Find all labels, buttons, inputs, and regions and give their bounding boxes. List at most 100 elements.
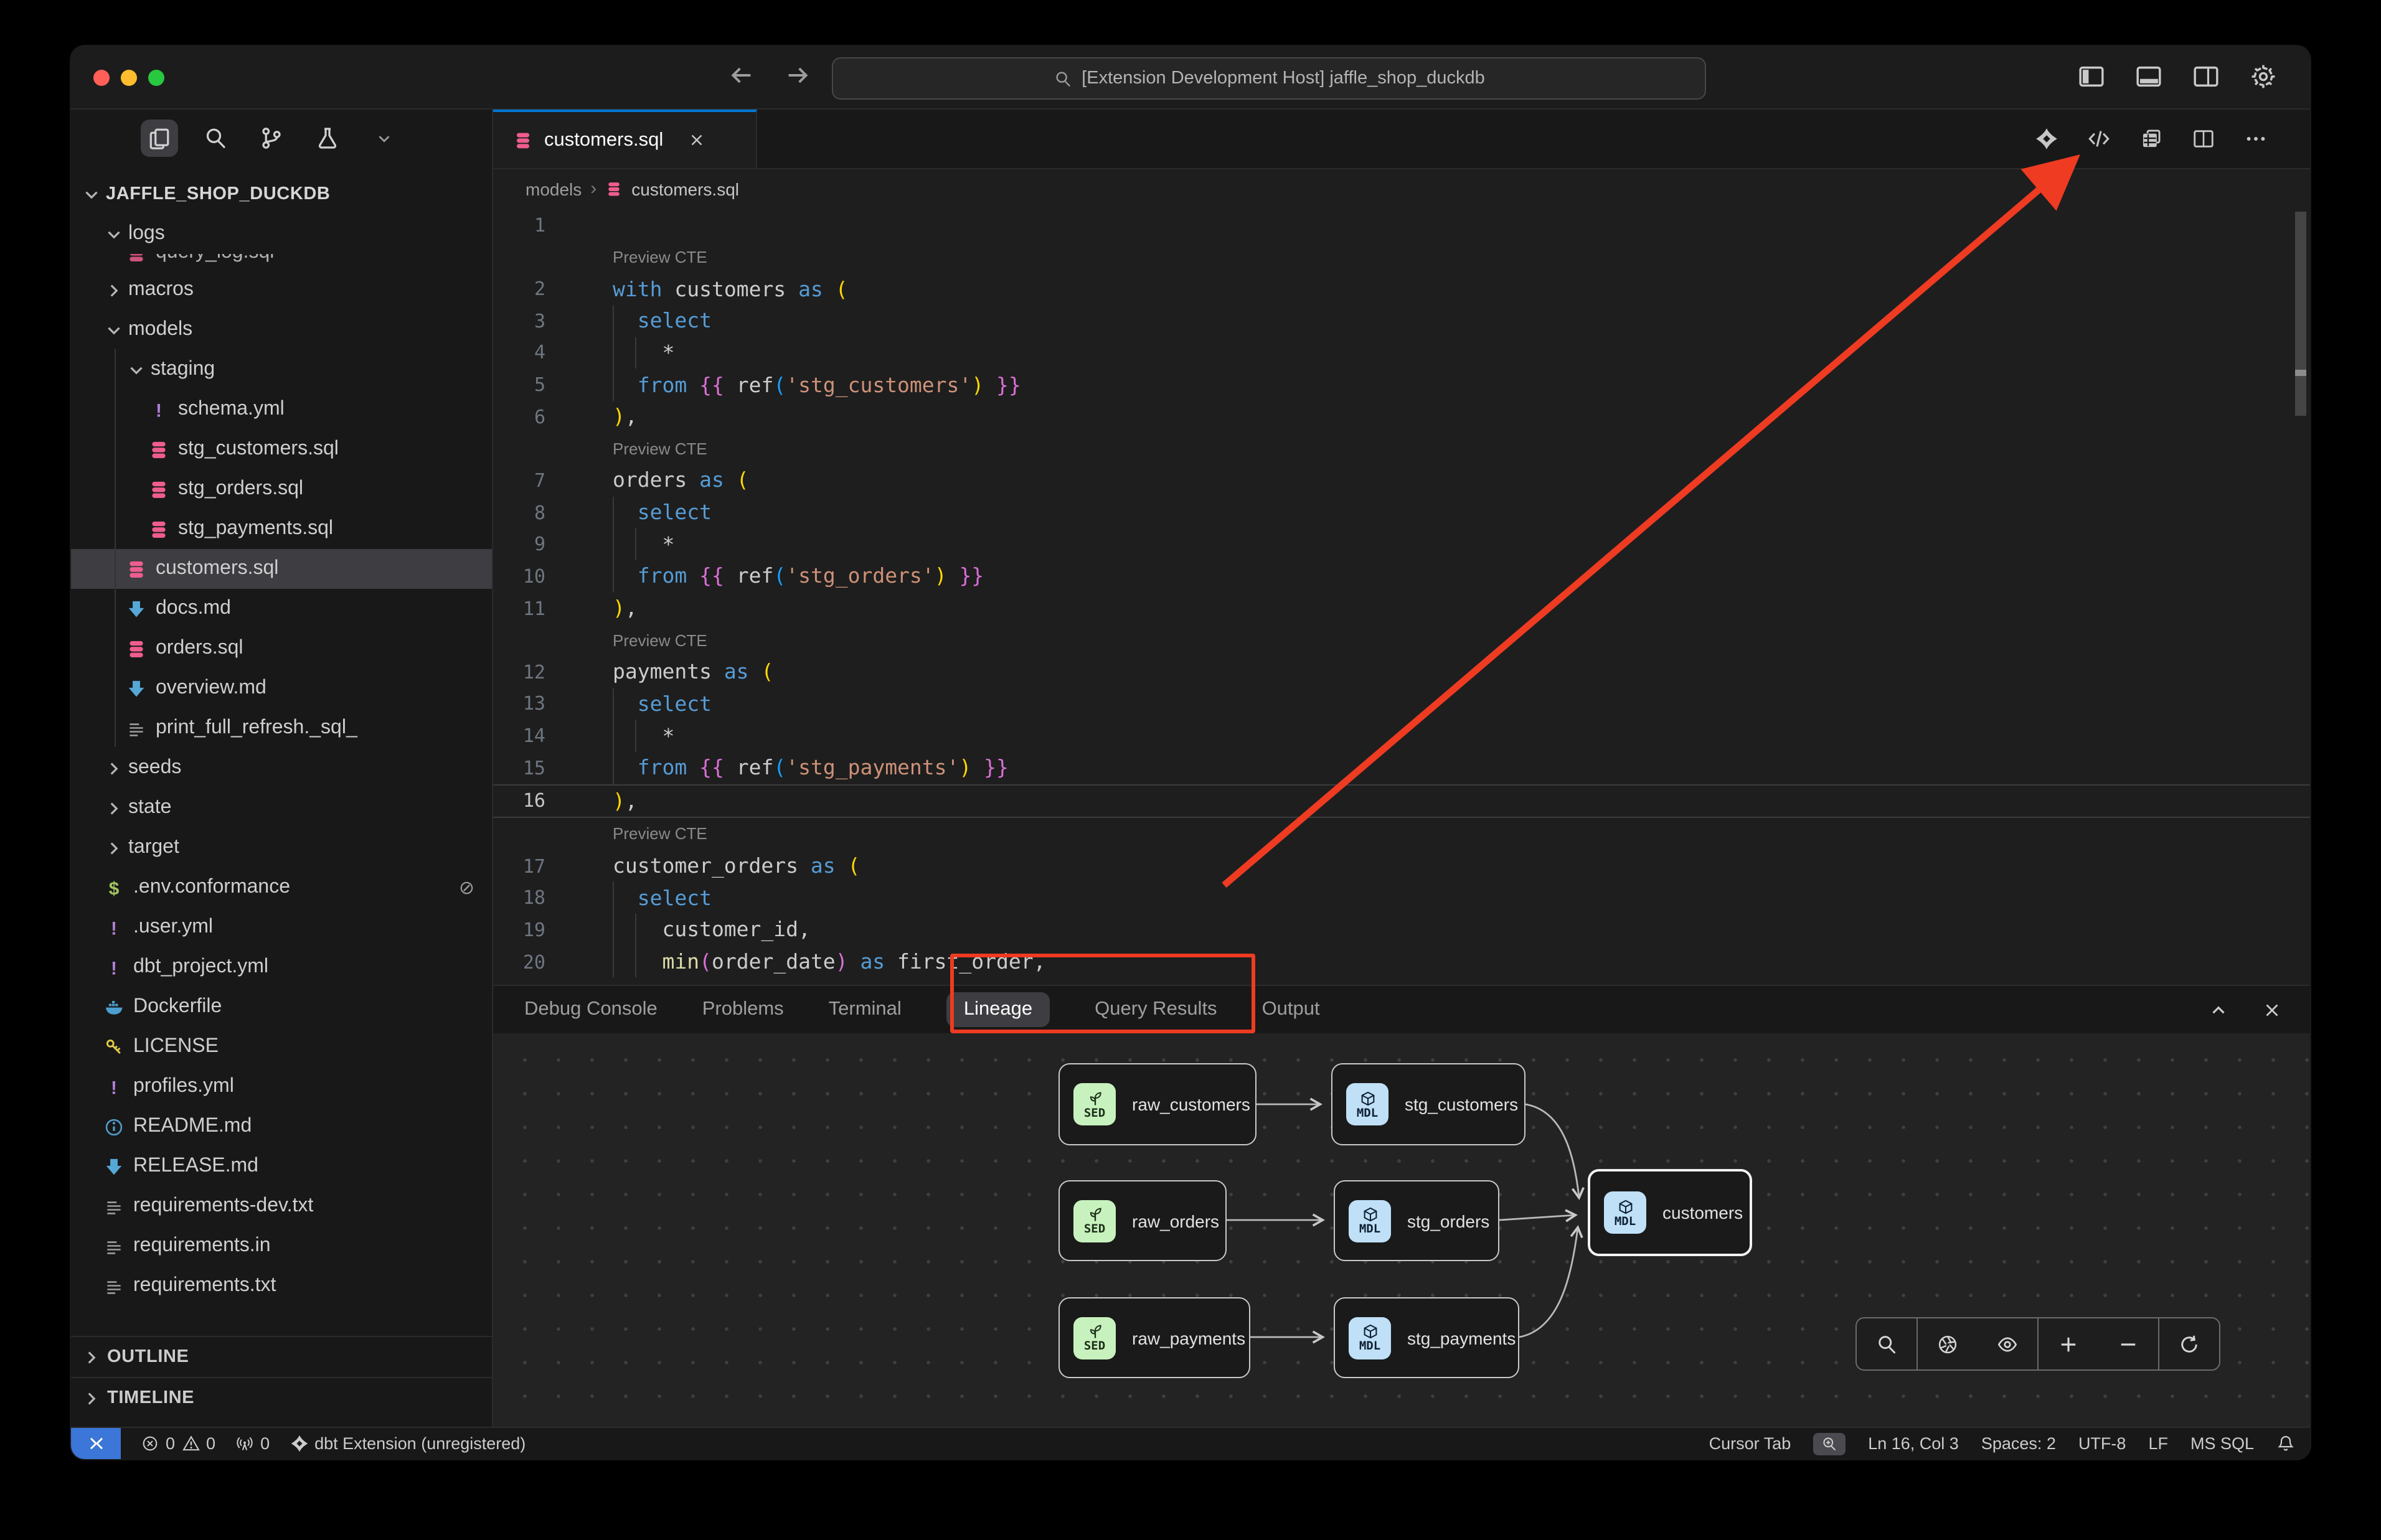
editor-scrollbar[interactable] — [2295, 212, 2306, 416]
status-item-spaces-2[interactable]: Spaces: 2 — [1981, 1434, 2056, 1453]
codelens-row[interactable]: Preview CTE — [493, 241, 2310, 273]
code-line-15[interactable]: 15 from {{ ref('stg_payments') }} — [493, 752, 2310, 784]
panel-tab-terminal[interactable]: Terminal — [829, 998, 902, 1021]
tree-item-stg-payments-sql[interactable]: stg_payments.sql — [71, 509, 492, 549]
status-item-cursor-tab[interactable]: Cursor Tab — [1709, 1434, 1791, 1453]
tree-item-target[interactable]: target — [71, 828, 492, 868]
code-line-9[interactable]: 9 * — [493, 528, 2310, 560]
tree-item-readme-md[interactable]: README.md — [71, 1107, 492, 1147]
panel-tab-problems[interactable]: Problems — [702, 998, 784, 1021]
dbt-icon[interactable] — [2035, 127, 2058, 151]
lineage-node-stg_orders[interactable]: MDL stg_orders — [1334, 1180, 1499, 1261]
layout-split-icon[interactable] — [2192, 62, 2220, 91]
lineage-node-raw_customers[interactable]: SED raw_customers — [1058, 1063, 1257, 1145]
tree-item-dockerfile[interactable]: Dockerfile — [71, 987, 492, 1027]
code-line-1[interactable]: 1 — [493, 209, 2310, 241]
zoom-status-chip[interactable] — [1813, 1432, 1846, 1455]
remote-indicator[interactable] — [71, 1428, 121, 1459]
tab-customers-sql[interactable]: customers.sql — [493, 110, 757, 168]
status-item-lf[interactable]: LF — [2148, 1434, 2168, 1453]
close-tab-icon[interactable] — [687, 131, 705, 149]
minus-icon[interactable] — [2117, 1333, 2139, 1355]
panel-tab-debug-console[interactable]: Debug Console — [524, 998, 658, 1021]
code-line-11[interactable]: 11), — [493, 592, 2310, 624]
code-line-16[interactable]: 16), — [493, 784, 2310, 818]
sidebar-section-timeline[interactable]: TIMELINE — [71, 1377, 492, 1418]
tree-item-schema-yml[interactable]: !schema.yml — [71, 390, 492, 430]
tree-item-dbt-project-yml[interactable]: !dbt_project.yml — [71, 947, 492, 987]
lineage-node-raw_payments[interactable]: SED raw_payments — [1058, 1297, 1250, 1378]
layout-panel-icon[interactable] — [2134, 62, 2163, 91]
status-item[interactable]: 0 — [235, 1434, 270, 1453]
settings-gear-icon[interactable] — [2249, 62, 2278, 91]
table-copy-icon[interactable] — [2139, 127, 2163, 151]
code-line-5[interactable]: 5 from {{ ref('stg_customers') }} — [493, 369, 2310, 400]
activity-beaker-icon[interactable] — [309, 120, 346, 157]
code-icon[interactable] — [2087, 127, 2111, 151]
tree-item-logs[interactable]: logs — [71, 214, 492, 254]
tree-item--env-conformance[interactable]: $.env.conformance⊘ — [71, 868, 492, 908]
lineage-node-customers[interactable]: MDL customers — [1588, 1169, 1752, 1256]
tree-item-jaffle-shop-duckdb[interactable]: JAFFLE_SHOP_DUCKDB — [71, 174, 492, 214]
code-line-13[interactable]: 13 select — [493, 688, 2310, 720]
lineage-node-stg_payments[interactable]: MDL stg_payments — [1334, 1297, 1519, 1378]
tree-item--user-yml[interactable]: !.user.yml — [71, 908, 492, 947]
sidebar-section-outline[interactable]: OUTLINE — [71, 1336, 492, 1377]
code-line-12[interactable]: 12payments as ( — [493, 656, 2310, 688]
status-item-ln-16-col-3[interactable]: Ln 16, Col 3 — [1868, 1434, 1959, 1453]
code-line-10[interactable]: 10 from {{ ref('stg_orders') }} — [493, 560, 2310, 592]
close-window-button[interactable] — [93, 70, 110, 86]
code-line-17[interactable]: 17customer_orders as ( — [493, 850, 2310, 882]
zoom-window-button[interactable] — [148, 70, 164, 86]
close-icon[interactable] — [2261, 999, 2283, 1020]
tree-item-stg-customers-sql[interactable]: stg_customers.sql — [71, 430, 492, 469]
tree-item-state[interactable]: state — [71, 788, 492, 828]
minimize-window-button[interactable] — [121, 70, 137, 86]
panel-tab-output[interactable]: Output — [1262, 998, 1320, 1021]
tree-item-stg-orders-sql[interactable]: stg_orders.sql — [71, 469, 492, 509]
tree-item-overview-md[interactable]: overview.md — [71, 669, 492, 708]
ellipsis-icon[interactable] — [2244, 127, 2268, 151]
codelens-row[interactable]: Preview CTE — [493, 624, 2310, 656]
code-line-3[interactable]: 3 select — [493, 305, 2310, 337]
activity-source-control-icon[interactable] — [253, 120, 290, 157]
code-line-2[interactable]: 2with customers as ( — [493, 273, 2310, 305]
code-line-20[interactable]: 20 min(order_date) as first_order, — [493, 946, 2310, 977]
tree-item-orders-sql[interactable]: orders.sql — [71, 629, 492, 669]
notifications-bell[interactable] — [2276, 1434, 2295, 1453]
codelens-row[interactable]: Preview CTE — [493, 433, 2310, 464]
tree-item-requirements-dev-txt[interactable]: requirements-dev.txt — [71, 1186, 492, 1226]
tree-item-customers-sql[interactable]: customers.sql — [71, 549, 492, 589]
chevron-up-icon[interactable] — [2208, 999, 2229, 1020]
code-line-6[interactable]: 6), — [493, 401, 2310, 433]
tree-item-query-log-sql[interactable]: query_log.sql — [71, 254, 492, 270]
arrow-left-icon[interactable] — [728, 62, 755, 88]
search-icon[interactable] — [1875, 1333, 1898, 1355]
code-line-14[interactable]: 14 * — [493, 720, 2310, 752]
status-item[interactable]: dbt Extension (unregistered) — [290, 1434, 526, 1453]
status-item-ms-sql[interactable]: MS SQL — [2190, 1434, 2254, 1453]
lineage-node-stg_customers[interactable]: MDL stg_customers — [1331, 1063, 1525, 1145]
tree-item-requirements-txt[interactable]: requirements.txt — [71, 1266, 492, 1306]
tree-item-profiles-yml[interactable]: !profiles.yml — [71, 1067, 492, 1107]
tree-item-print-full-refresh-sql-[interactable]: print_full_refresh._sql_ — [71, 708, 492, 748]
code-line-8[interactable]: 8 select — [493, 497, 2310, 528]
problems-status[interactable]: 00 — [141, 1434, 215, 1453]
lineage-node-raw_orders[interactable]: SED raw_orders — [1058, 1180, 1227, 1261]
aperture-icon[interactable] — [1936, 1333, 1959, 1355]
tree-item-seeds[interactable]: seeds — [71, 748, 492, 788]
code-editor[interactable]: 1Preview CTE2with customers as (3 select… — [493, 209, 2310, 985]
tree-item-staging[interactable]: staging — [71, 350, 492, 390]
breadcrumb[interactable]: models › customers.sql — [493, 168, 2310, 209]
tree-item-models[interactable]: models — [71, 310, 492, 350]
command-center-search[interactable]: [Extension Development Host] jaffle_shop… — [832, 57, 1706, 100]
tree-item-license[interactable]: LICENSE — [71, 1027, 492, 1067]
tree-item-macros[interactable]: macros — [71, 270, 492, 310]
layout-sidebar-icon[interactable] — [2077, 62, 2106, 91]
split-editor-icon[interactable] — [2192, 127, 2215, 151]
plus-icon[interactable] — [2057, 1333, 2080, 1355]
status-item-utf-8[interactable]: UTF-8 — [2078, 1434, 2126, 1453]
tree-item-docs-md[interactable]: docs.md — [71, 589, 492, 629]
eye-icon[interactable] — [1996, 1333, 2019, 1355]
code-line-4[interactable]: 4 * — [493, 337, 2310, 369]
